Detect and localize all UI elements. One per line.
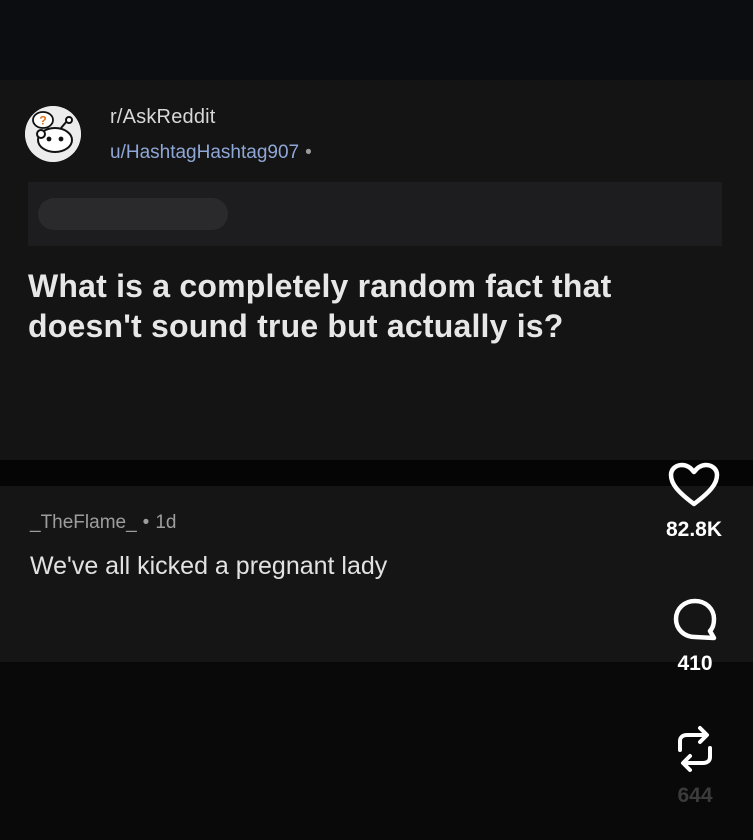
subreddit-avatar-icon[interactable]: ?: [25, 106, 81, 162]
subreddit-name[interactable]: r/AskReddit: [110, 106, 216, 129]
comment-separator: •: [142, 512, 150, 533]
svg-text:?: ?: [39, 114, 46, 128]
bottom-area: [0, 662, 753, 840]
share-action[interactable]: 644: [645, 724, 745, 808]
repost-arrows-icon[interactable]: [672, 724, 718, 774]
redacted-block: [28, 182, 722, 246]
comment-count: 410: [677, 652, 713, 675]
post-author-name[interactable]: u/HashtagHashtag907: [110, 142, 299, 163]
post-author[interactable]: u/HashtagHashtag907 •: [110, 142, 312, 164]
comment-username[interactable]: _TheFlame_: [30, 512, 137, 533]
author-separator: •: [305, 142, 312, 163]
comment-meta: _TheFlame_ • 1d: [30, 512, 176, 534]
section-divider: [0, 460, 753, 486]
comment-age: 1d: [155, 512, 177, 533]
heart-icon[interactable]: [668, 462, 720, 508]
post-title[interactable]: What is a completely random fact that do…: [28, 266, 718, 346]
comment-body: We've all kicked a pregnant lady: [30, 552, 388, 580]
redacted-blob: [38, 198, 228, 230]
comment-card[interactable]: _TheFlame_ • 1d We've all kicked a pregnan…: [0, 486, 753, 662]
speech-bubble-icon[interactable]: [672, 598, 718, 642]
like-count: 82.8K: [665, 518, 723, 541]
post-card[interactable]: ? r/AskReddit u/HashtagHashtag907 • What …: [0, 80, 753, 460]
comment-action[interactable]: 410: [645, 598, 745, 676]
top-band: [0, 0, 753, 80]
share-count: 644: [677, 784, 713, 807]
like-action[interactable]: 82.8K: [644, 462, 744, 542]
